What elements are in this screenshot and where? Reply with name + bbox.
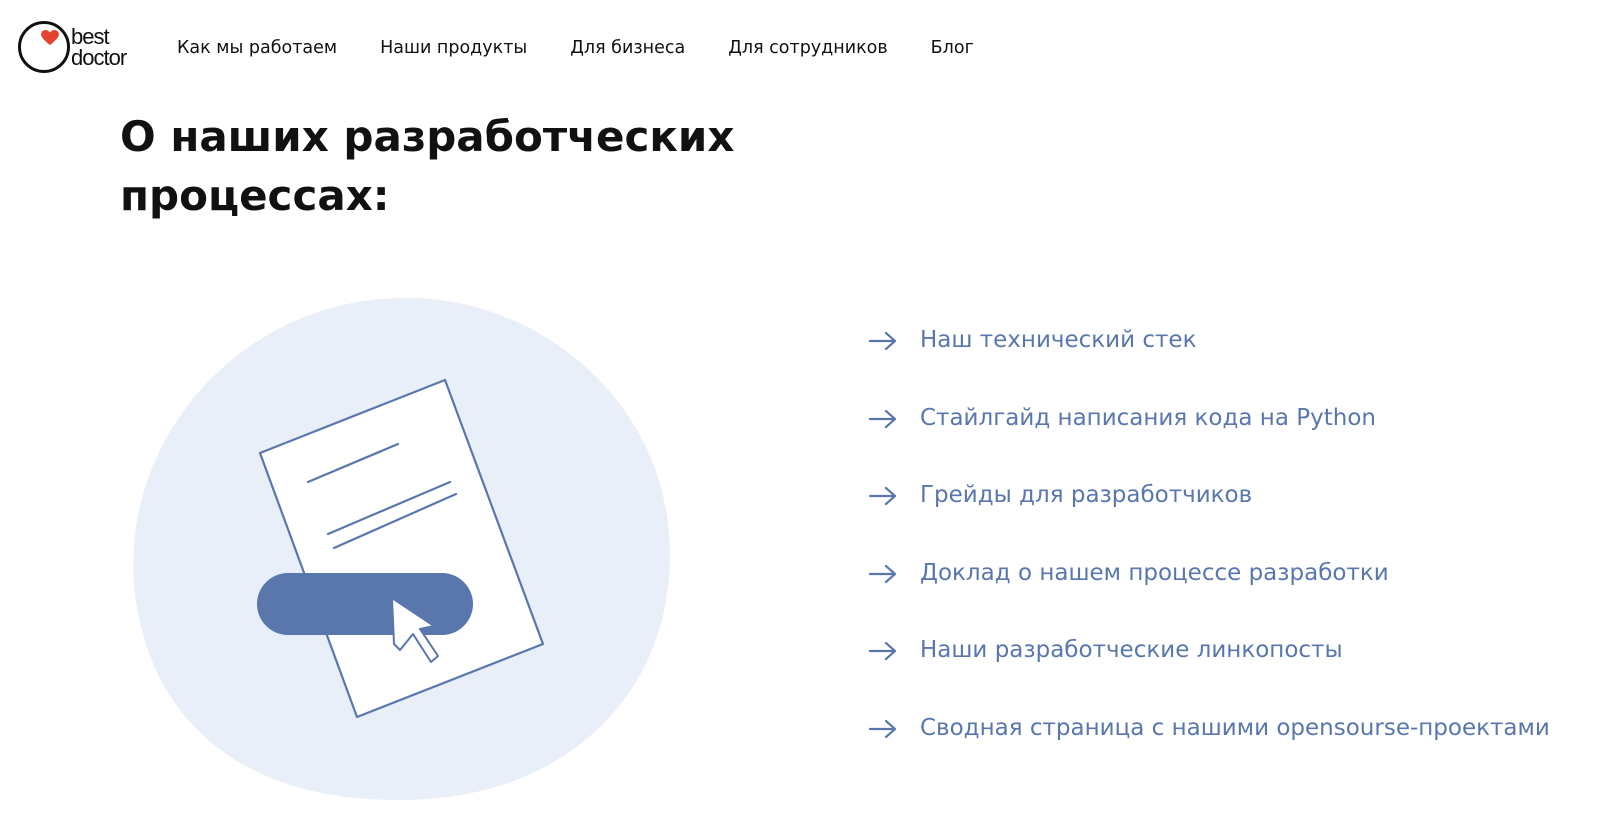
- main-nav: Как мы работаем Наши продукты Для бизнес…: [177, 38, 1017, 58]
- link-item[interactable]: Доклад о нашем процессе разработки: [868, 553, 1550, 631]
- link-python-styleguide[interactable]: Стайлгайд написания кода на Python: [920, 398, 1376, 438]
- nav-blog[interactable]: Блог: [931, 38, 974, 58]
- link-developer-grades[interactable]: Грейды для разработчиков: [920, 475, 1252, 515]
- arrow-right-icon: [868, 641, 897, 661]
- nav-products[interactable]: Наши продукты: [380, 38, 527, 58]
- arrow-right-icon: [868, 719, 897, 738]
- site-header: best doctor Как мы работаем Наши продукт…: [0, 0, 1600, 100]
- logo-text: best doctor: [71, 24, 127, 70]
- arrow-right-icon: [868, 331, 897, 351]
- page-title: О наших разработческих процессах:: [120, 112, 735, 220]
- arrow-right-icon: [868, 409, 897, 428]
- arrow-right-icon: [868, 564, 897, 583]
- link-dev-linkposts[interactable]: Наши разработческие линкопосты: [920, 630, 1343, 670]
- logo[interactable]: best doctor: [18, 21, 148, 75]
- logo-circle: [18, 21, 70, 73]
- link-opensource-projects[interactable]: Сводная страница с нашими opensourse-про…: [920, 708, 1550, 748]
- link-dev-process-talk[interactable]: Доклад о нашем процессе разработки: [920, 553, 1389, 593]
- document-click-illustration: [133, 297, 671, 801]
- heart-icon: [41, 30, 59, 46]
- link-item[interactable]: Наш технический стек: [868, 320, 1550, 398]
- nav-business[interactable]: Для бизнеса: [570, 38, 685, 58]
- logo-text-line2: doctor: [71, 45, 127, 70]
- link-tech-stack[interactable]: Наш технический стек: [920, 320, 1196, 360]
- link-item[interactable]: Стайлгайд написания кода на Python: [868, 398, 1550, 476]
- button-shape: [257, 573, 473, 635]
- logo-text-line1: best: [71, 24, 110, 49]
- nav-how-we-work[interactable]: Как мы работаем: [177, 38, 337, 58]
- link-item[interactable]: Сводная страница с нашими opensourse-про…: [868, 708, 1550, 786]
- link-item[interactable]: Грейды для разработчиков: [868, 475, 1550, 553]
- link-item[interactable]: Наши разработческие линкопосты: [868, 630, 1550, 708]
- nav-employees[interactable]: Для сотрудников: [728, 38, 887, 58]
- resource-links: Наш технический стек Стайлгайд написания…: [868, 320, 1550, 785]
- arrow-right-icon: [868, 486, 897, 506]
